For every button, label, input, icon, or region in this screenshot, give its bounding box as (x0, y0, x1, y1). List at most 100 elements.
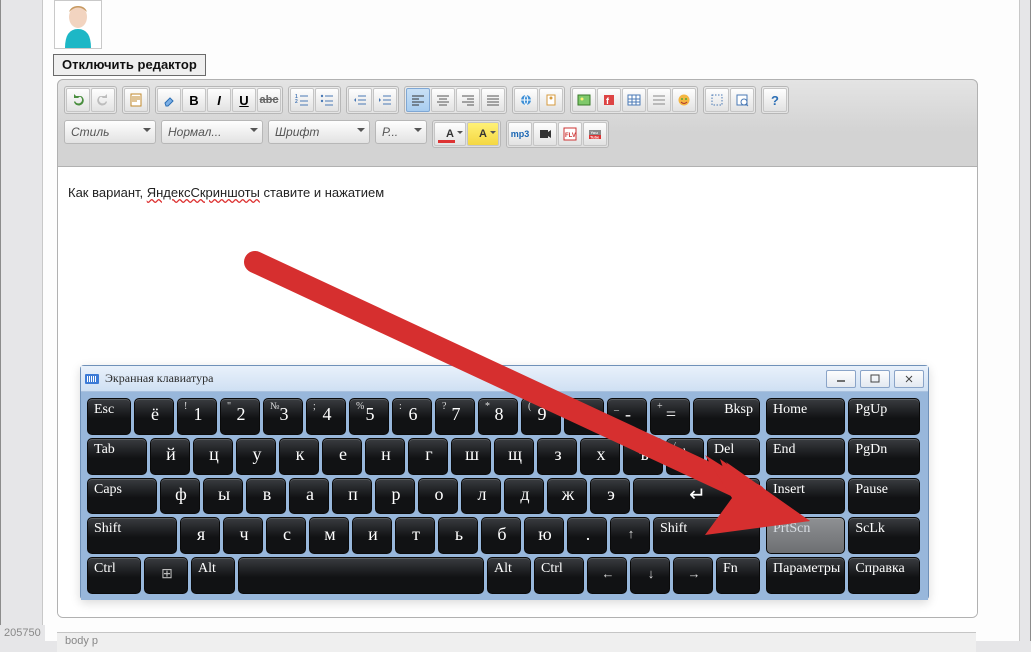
key-o[interactable]: щ (494, 438, 534, 475)
key-y[interactable]: н (365, 438, 405, 475)
key-d[interactable]: в (246, 478, 286, 515)
outdent-button[interactable] (348, 88, 372, 112)
key-dash[interactable]: _- (607, 398, 647, 435)
key-6[interactable]: :6 (392, 398, 432, 435)
indent-button[interactable] (373, 88, 397, 112)
preview-button[interactable] (730, 88, 754, 112)
key-bksp[interactable]: Bksp (693, 398, 760, 435)
key-ctrl-right[interactable]: Ctrl (534, 557, 584, 594)
key-5[interactable]: %5 (349, 398, 389, 435)
bg-color-button[interactable]: A (467, 122, 499, 146)
key-h[interactable]: р (375, 478, 415, 515)
mp3-button[interactable]: mp3 (508, 122, 532, 146)
format-dropdown[interactable]: Нормал... (161, 120, 263, 144)
flv-button[interactable]: FLV (558, 122, 582, 146)
close-button[interactable] (894, 370, 924, 388)
anchor-button[interactable] (539, 88, 563, 112)
size-dropdown[interactable]: Р... (375, 120, 427, 144)
italic-button[interactable]: I (207, 88, 231, 112)
key-1[interactable]: !1 (177, 398, 217, 435)
editor-content-area[interactable]: Как вариант, ЯндексСкриншоты ставите и н… (58, 167, 977, 617)
key-pgdn[interactable]: PgDn (848, 438, 920, 475)
key-a[interactable]: ф (160, 478, 200, 515)
key-k[interactable]: л (461, 478, 501, 515)
key-x[interactable]: ч (223, 517, 263, 554)
disable-editor-button[interactable]: Отключить редактор (53, 54, 206, 76)
key-v[interactable]: м (309, 517, 349, 554)
osk-titlebar[interactable]: Экранная клавиатура (81, 366, 928, 392)
smiley-button[interactable] (672, 88, 696, 112)
image-button[interactable] (572, 88, 596, 112)
key-0[interactable]: )0 (564, 398, 604, 435)
bold-button[interactable]: B (182, 88, 206, 112)
key-r[interactable]: к (279, 438, 319, 475)
key-end[interactable]: End (766, 438, 845, 475)
style-dropdown[interactable]: Стиль (64, 120, 156, 144)
key-options[interactable]: Параметры (766, 557, 845, 594)
key-right[interactable]: → (673, 557, 713, 594)
ol-button[interactable]: 12 (290, 88, 314, 112)
align-justify-button[interactable] (481, 88, 505, 112)
key-z[interactable]: я (180, 517, 220, 554)
key-win[interactable]: ⊞ (144, 557, 188, 594)
key-ins[interactable]: Insert (766, 478, 845, 515)
key-bslash[interactable]: /\ (666, 438, 704, 475)
key-pause[interactable]: Pause (848, 478, 920, 515)
flash-button[interactable]: f (597, 88, 621, 112)
key-prtscn[interactable]: PrtScn (766, 517, 845, 554)
key-u[interactable]: г (408, 438, 448, 475)
key-9[interactable]: (9 (521, 398, 561, 435)
key-sclk[interactable]: ScLk (848, 517, 920, 554)
key-sl[interactable]: . (567, 517, 607, 554)
key-alt-right[interactable]: Alt (487, 557, 531, 594)
key-eq[interactable]: += (650, 398, 690, 435)
minimize-button[interactable] (826, 370, 856, 388)
key-shift-right[interactable]: Shift (653, 517, 760, 554)
key-del[interactable]: Del (707, 438, 760, 475)
key-tab[interactable]: Tab (87, 438, 147, 475)
help-button[interactable]: ? (763, 88, 787, 112)
align-right-button[interactable] (456, 88, 480, 112)
key-s[interactable]: ы (203, 478, 243, 515)
key-l[interactable]: д (504, 478, 544, 515)
key-alt[interactable]: Alt (191, 557, 235, 594)
key-pd[interactable]: ю (524, 517, 564, 554)
key-t[interactable]: е (322, 438, 362, 475)
key-space[interactable] (238, 557, 484, 594)
key-m[interactable]: ь (438, 517, 478, 554)
font-dropdown[interactable]: Шрифт (268, 120, 370, 144)
table-button[interactable] (622, 88, 646, 112)
text-color-button[interactable]: A (434, 122, 466, 146)
key-esc[interactable]: Esc (87, 398, 131, 435)
key-br2[interactable]: ъ (623, 438, 663, 475)
key-br1[interactable]: х (580, 438, 620, 475)
redo-button[interactable] (91, 88, 115, 112)
key-f[interactable]: а (289, 478, 329, 515)
key-n[interactable]: т (395, 517, 435, 554)
maximize-button[interactable] (860, 370, 890, 388)
key-q[interactable]: й (150, 438, 190, 475)
key-8[interactable]: *8 (478, 398, 518, 435)
key-help[interactable]: Справка (848, 557, 920, 594)
key-ctrl[interactable]: Ctrl (87, 557, 141, 594)
key-home[interactable]: Home (766, 398, 845, 435)
key-up[interactable]: ↑ (610, 517, 650, 554)
key-down[interactable]: ↓ (630, 557, 670, 594)
strike-button[interactable]: abc (257, 88, 281, 112)
key-left[interactable]: ← (587, 557, 627, 594)
key-j[interactable]: о (418, 478, 458, 515)
key-caps[interactable]: Caps (87, 478, 157, 515)
align-left-button[interactable] (406, 88, 430, 112)
undo-button[interactable] (66, 88, 90, 112)
key-7[interactable]: ?7 (435, 398, 475, 435)
key-cm[interactable]: б (481, 517, 521, 554)
key-e[interactable]: у (236, 438, 276, 475)
key-b[interactable]: и (352, 517, 392, 554)
ul-button[interactable] (315, 88, 339, 112)
key-w[interactable]: ц (193, 438, 233, 475)
underline-button[interactable]: U (232, 88, 256, 112)
templates-button[interactable] (124, 88, 148, 112)
key-g[interactable]: п (332, 478, 372, 515)
eraser-button[interactable] (157, 88, 181, 112)
key-qt[interactable]: э (590, 478, 630, 515)
